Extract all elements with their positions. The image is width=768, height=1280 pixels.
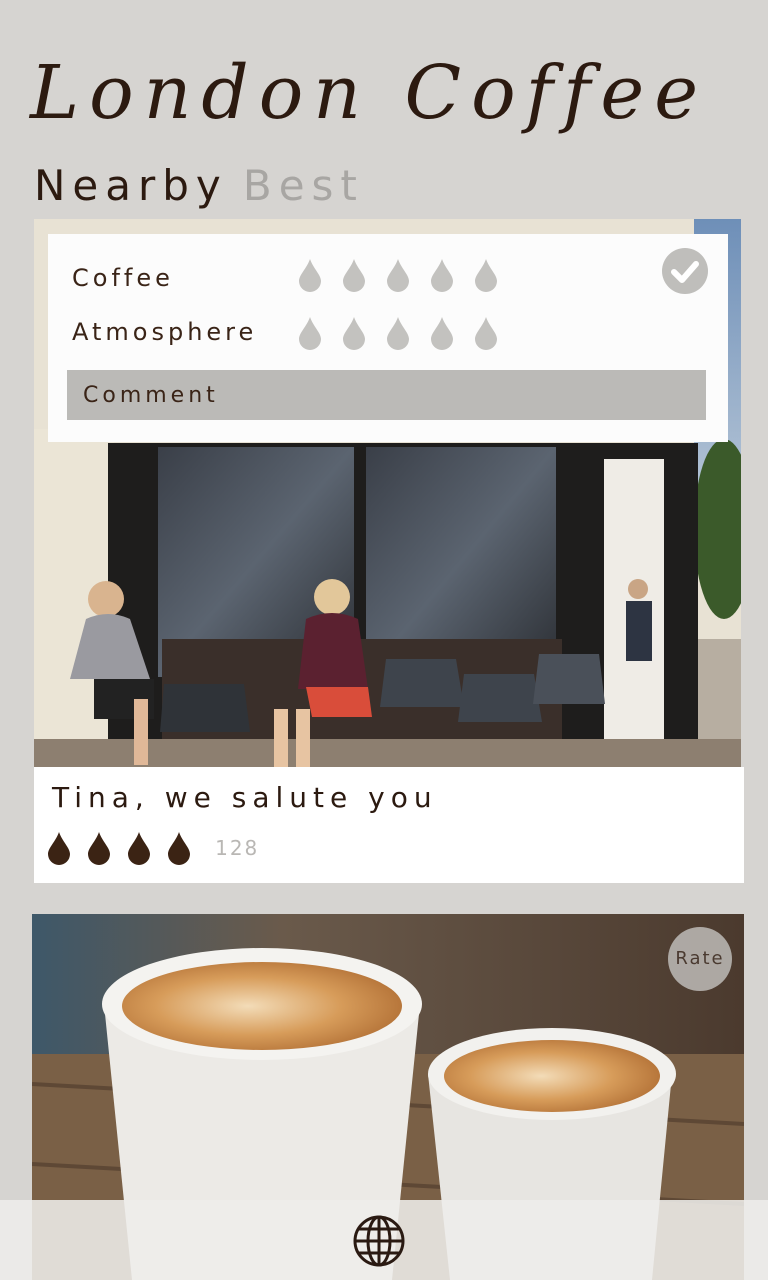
- drop-icon[interactable]: [474, 316, 498, 350]
- atmosphere-rating-drops[interactable]: [298, 316, 518, 352]
- drop-icon[interactable]: [386, 258, 410, 292]
- rating-count: 128: [215, 836, 260, 860]
- confirm-rating-button[interactable]: [662, 248, 708, 294]
- tab-best[interactable]: Best: [243, 158, 364, 214]
- cafe-rating: 128: [46, 831, 259, 867]
- bottom-app-bar: [0, 1200, 768, 1280]
- rate-button[interactable]: Rate: [668, 927, 732, 991]
- drop-icon[interactable]: [430, 316, 454, 350]
- drop-icon: [168, 832, 190, 865]
- drop-icon[interactable]: [386, 316, 410, 350]
- drop-icon: [88, 832, 110, 865]
- tab-bar: Nearby Best: [34, 158, 364, 214]
- rating-panel: Coffee Atmosphere: [48, 234, 728, 442]
- checkmark-icon: [671, 261, 699, 283]
- coffee-rating-drops[interactable]: [298, 258, 518, 294]
- drop-icon[interactable]: [430, 258, 454, 292]
- atmosphere-rating-label: Atmosphere: [72, 318, 258, 346]
- cafe-card-caption[interactable]: Tina, we salute you 128: [34, 767, 744, 883]
- drop-icon[interactable]: [474, 258, 498, 292]
- globe-icon[interactable]: [352, 1214, 406, 1268]
- comment-input[interactable]: [67, 370, 706, 420]
- drop-icon: [48, 832, 70, 865]
- drop-icon: [128, 832, 150, 865]
- app-title: London Coffee: [30, 50, 708, 136]
- drop-icon[interactable]: [298, 258, 322, 292]
- drop-icon[interactable]: [342, 258, 366, 292]
- coffee-rating-label: Coffee: [72, 264, 174, 292]
- tab-nearby[interactable]: Nearby: [34, 158, 228, 214]
- cafe-name: Tina, we salute you: [52, 781, 438, 814]
- drop-icon[interactable]: [298, 316, 322, 350]
- drop-icon[interactable]: [342, 316, 366, 350]
